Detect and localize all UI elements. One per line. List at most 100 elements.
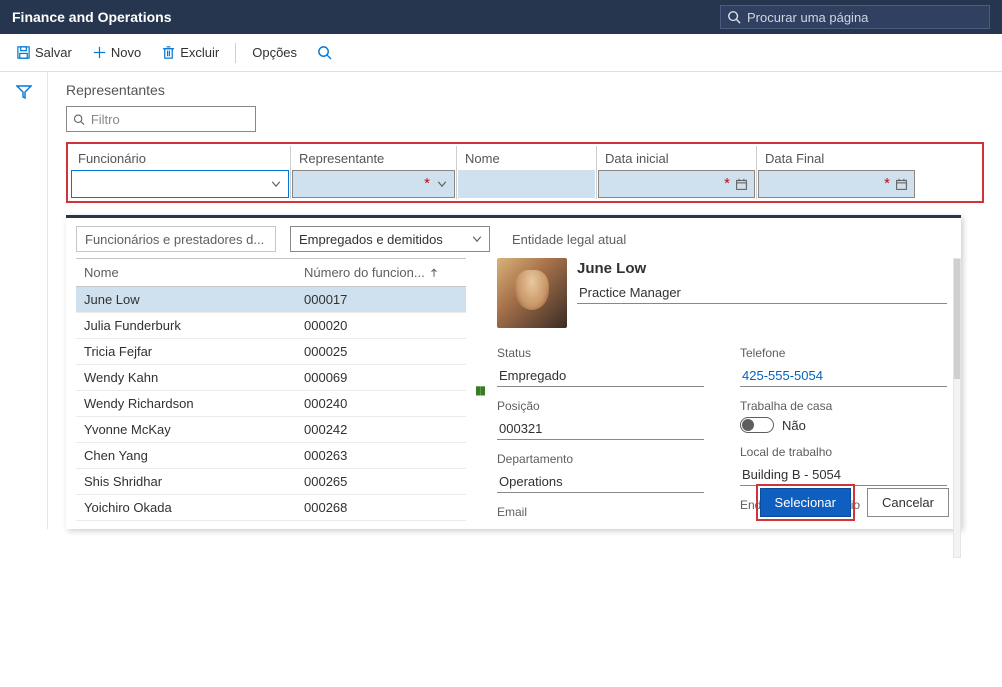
toolbar-separator	[235, 43, 236, 63]
label-trabalha: Trabalha de casa	[740, 399, 947, 413]
save-button[interactable]: Salvar	[8, 41, 80, 64]
new-button[interactable]: Novo	[84, 41, 149, 64]
calendar-icon[interactable]	[735, 178, 748, 191]
select-button-highlight: Selecionar	[756, 484, 855, 521]
col-header-nome[interactable]: Nome	[457, 146, 596, 170]
cell-data-inicial[interactable]: *	[598, 170, 755, 198]
required-indicator: *	[424, 175, 430, 192]
sort-asc-icon	[429, 268, 439, 278]
cell-representante[interactable]: *	[292, 170, 455, 198]
delete-label: Excluir	[180, 45, 219, 60]
search-icon	[727, 10, 741, 24]
lookup-row[interactable]: June Low000017	[76, 287, 466, 313]
page-heading: Representantes	[66, 82, 984, 98]
toggle-trabalha[interactable]	[740, 417, 774, 433]
trash-icon	[161, 45, 176, 60]
select-button[interactable]: Selecionar	[760, 488, 851, 517]
action-toolbar: Salvar Novo Excluir Opções	[0, 34, 1002, 72]
label-departamento: Departamento	[497, 452, 704, 466]
value-posicao: 000321	[497, 419, 704, 440]
lookup-row[interactable]: Chen Yang000263	[76, 443, 466, 469]
lookup-legal-entity[interactable]: Entidade legal atual	[504, 226, 664, 252]
lookup-row-numero: 000265	[296, 469, 466, 494]
detail-name: June Low	[577, 260, 947, 277]
lookup-row[interactable]: Yoichiro Okada000268	[76, 495, 466, 521]
new-label: Novo	[111, 45, 141, 60]
cell-funcionario-input[interactable]	[72, 177, 288, 192]
cell-data-final[interactable]: *	[758, 170, 915, 198]
col-header-data-final[interactable]: Data Final	[757, 146, 916, 170]
lookup-row-nome: Wendy Richardson	[76, 391, 296, 416]
cancel-button[interactable]: Cancelar	[867, 488, 949, 517]
search-icon	[73, 113, 85, 126]
lookup-row-numero: 000240	[296, 391, 466, 416]
quick-filter-input[interactable]	[89, 111, 249, 128]
cell-nome-input	[459, 177, 594, 192]
toolbar-search-button[interactable]	[309, 41, 340, 64]
lookup-row[interactable]: Julia Funderburk000020	[76, 313, 466, 339]
lookup-col-numero[interactable]: Número do funcion...	[296, 259, 466, 286]
lookup-filter-dropdown[interactable]: Empregados e demitidos	[290, 226, 490, 252]
options-button[interactable]: Opções	[244, 41, 305, 64]
employee-lookup-panel: Funcionários e prestadores d... Empregad…	[66, 215, 961, 529]
lookup-row[interactable]: Wendy Kahn000069	[76, 365, 466, 391]
lookup-row-nome: Chen Yang	[76, 443, 296, 468]
required-indicator: *	[884, 175, 890, 192]
lookup-row-numero: 000020	[296, 313, 466, 338]
value-trabalha: Não	[782, 418, 806, 433]
required-indicator: *	[724, 175, 730, 192]
delete-button[interactable]: Excluir	[153, 41, 227, 64]
lookup-row-numero: 000017	[296, 287, 466, 312]
lookup-legal-entity-label: Entidade legal atual	[512, 232, 626, 247]
splitter-handle-icon: ▮▮	[475, 383, 484, 397]
lookup-col-nome[interactable]: Nome	[76, 259, 296, 286]
calendar-icon[interactable]	[895, 178, 908, 191]
lookup-row-numero: 000069	[296, 365, 466, 390]
detail-scrollbar[interactable]	[953, 258, 961, 558]
chevron-down-icon[interactable]	[436, 178, 448, 190]
lookup-row-numero: 000242	[296, 417, 466, 442]
global-search-input[interactable]	[745, 9, 983, 26]
label-telefone: Telefone	[740, 346, 947, 360]
scrollbar-thumb[interactable]	[954, 259, 960, 379]
lookup-row-nome: Tricia Fejfar	[76, 339, 296, 364]
lookup-row-nome: Yvonne McKay	[76, 417, 296, 442]
lookup-col-numero-label: Número do funcion...	[304, 265, 425, 280]
lookup-detail-pane: June Low Practice Manager Status Emprega…	[493, 258, 951, 521]
lookup-row-nome: June Low	[76, 287, 296, 312]
main-content: Representantes Funcionário Representante…	[48, 72, 1002, 529]
app-title: Finance and Operations	[12, 9, 171, 25]
lookup-row-nome: Wendy Kahn	[76, 365, 296, 390]
label-email: Email	[497, 505, 704, 519]
cell-funcionario[interactable]	[71, 170, 289, 198]
value-local: Building B - 5054	[740, 465, 947, 486]
col-header-funcionario[interactable]: Funcionário	[70, 146, 290, 170]
save-label: Salvar	[35, 45, 72, 60]
lookup-row[interactable]: Yvonne McKay000242	[76, 417, 466, 443]
lookup-row[interactable]: Tricia Fejfar000025	[76, 339, 466, 365]
lookup-tab-workers[interactable]: Funcionários e prestadores d...	[76, 226, 276, 252]
splitter[interactable]: ▮▮	[478, 258, 481, 521]
label-posicao: Posição	[497, 399, 704, 413]
options-label: Opções	[252, 45, 297, 60]
cell-nome	[458, 170, 595, 198]
lookup-row[interactable]: Shis Shridhar000265	[76, 469, 466, 495]
col-header-data-inicial[interactable]: Data inicial	[597, 146, 756, 170]
cell-data-final-input[interactable]	[759, 177, 914, 192]
avatar	[497, 258, 567, 328]
lookup-row-numero: 000263	[296, 443, 466, 468]
chevron-down-icon[interactable]	[270, 178, 282, 190]
lookup-filter-value: Empregados e demitidos	[299, 232, 443, 247]
value-status: Empregado	[497, 366, 704, 387]
grid-new-row-highlight: Funcionário Representante * Nome	[66, 142, 984, 203]
col-header-representante[interactable]: Representante	[291, 146, 456, 170]
quick-filter[interactable]	[66, 106, 256, 132]
search-icon	[317, 45, 332, 60]
lookup-row[interactable]: Wendy Richardson000240	[76, 391, 466, 417]
global-search[interactable]	[720, 5, 990, 29]
title-bar: Finance and Operations	[0, 0, 1002, 34]
filter-pane-toggle[interactable]	[0, 72, 48, 529]
cell-data-inicial-input[interactable]	[599, 177, 754, 192]
value-telefone[interactable]: 425-555-5054	[740, 366, 947, 387]
lookup-table: Nome Número do funcion... June Low000017…	[76, 258, 466, 521]
